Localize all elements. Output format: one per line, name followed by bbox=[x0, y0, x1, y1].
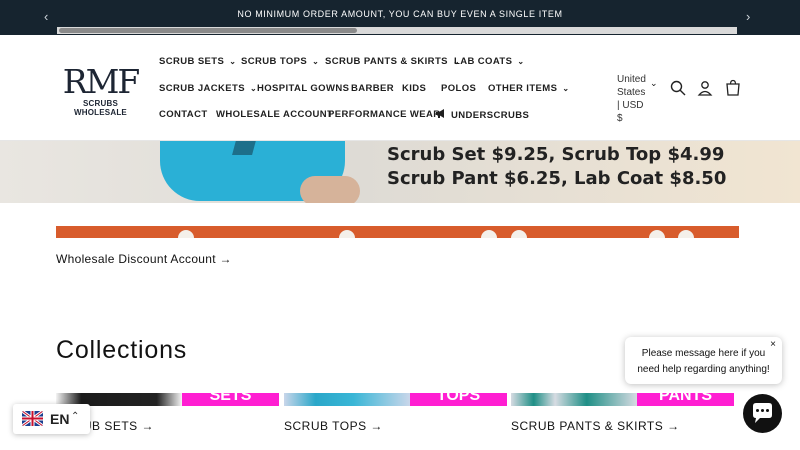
chevron-down-icon[interactable]: ⌄ bbox=[650, 78, 658, 89]
nav-performance-wear[interactable]: PERFORMANCE WEAR bbox=[328, 109, 440, 120]
collection-card-pants[interactable]: PANTS bbox=[511, 393, 734, 406]
language-code: EN bbox=[50, 411, 70, 427]
collection-link-tops[interactable]: SCRUB TOPS → bbox=[284, 419, 383, 433]
nav-contact[interactable]: CONTACT bbox=[159, 109, 208, 120]
nav-wholesale-account[interactable]: WHOLESALE ACCOUNT bbox=[216, 109, 333, 120]
collections-heading: Collections bbox=[56, 336, 188, 364]
banner-line-1: Scrub Set $9.25, Scrub Top $4.99 bbox=[387, 144, 725, 165]
chevron-down-icon: ⌄ bbox=[517, 57, 525, 66]
chat-prompt-bubble[interactable]: × Please message here if you need help r… bbox=[625, 337, 782, 384]
logo-subtitle: SCRUBS WHOLESALE bbox=[74, 99, 127, 117]
tier-badge bbox=[511, 230, 527, 238]
nav-scrub-tops[interactable]: SCRUB TOPS ⌄ bbox=[241, 56, 319, 67]
collection-card-tops[interactable]: TOPS bbox=[284, 393, 507, 406]
chevron-down-icon: ⌄ bbox=[312, 57, 320, 66]
nav-other-items[interactable]: OTHER ITEMS ⌄ bbox=[488, 83, 569, 94]
chevron-down-icon: ⌄ bbox=[249, 84, 258, 93]
locale-currency: | USD bbox=[617, 100, 644, 111]
nav-underscrubs[interactable]: UNDERSCRUBS bbox=[435, 108, 529, 121]
tier-badge bbox=[481, 230, 497, 238]
tier-badge bbox=[678, 230, 694, 238]
locale-symbol: $ bbox=[617, 113, 623, 124]
search-icon[interactable] bbox=[669, 79, 687, 97]
nav-hospital-gowns[interactable]: HOSPITAL GOWNS bbox=[257, 83, 349, 94]
tier-badge bbox=[339, 230, 355, 238]
nav-kids[interactable]: KIDS bbox=[402, 83, 426, 94]
locale-country: United bbox=[617, 74, 646, 85]
megaphone-icon bbox=[436, 109, 444, 118]
nav-label: SCRUB TOPS bbox=[241, 56, 308, 67]
collection-tag: TOPS bbox=[410, 393, 507, 406]
logo[interactable]: RMF SCRUBS WHOLESALE bbox=[58, 62, 143, 118]
account-icon[interactable] bbox=[696, 79, 714, 97]
site-header: RMF SCRUBS WHOLESALE SCRUB SETS ⌄ SCRUB T… bbox=[0, 35, 800, 141]
collection-image bbox=[511, 393, 637, 406]
country-currency-selector[interactable]: United States | USD $ bbox=[617, 73, 647, 125]
collection-link-pants[interactable]: SCRUB PANTS & SKIRTS → bbox=[511, 419, 680, 433]
promo-banner[interactable]: Scrub Set $9.25, Scrub Top $4.99 Scrub P… bbox=[0, 141, 800, 203]
banner-promo-text: Scrub Set $9.25, Scrub Top $4.99 Scrub P… bbox=[387, 143, 726, 191]
chevron-down-icon: ⌄ bbox=[562, 84, 570, 93]
chat-line-2: need help regarding anything! bbox=[637, 364, 770, 375]
cart-icon[interactable] bbox=[724, 79, 742, 97]
chevron-down-icon: ⌄ bbox=[229, 57, 237, 66]
language-selector[interactable]: EN ⌃ bbox=[13, 404, 90, 434]
banner-line-2: Scrub Pant $6.25, Lab Coat $8.50 bbox=[387, 168, 727, 189]
nav-scrub-pants[interactable]: SCRUB PANTS & SKIRTS ⌄ bbox=[325, 56, 460, 67]
nav-lab-coats[interactable]: LAB COATS ⌄ bbox=[454, 56, 524, 67]
tier-badge bbox=[649, 230, 665, 238]
wholesale-discount-link[interactable]: Wholesale Discount Account → bbox=[56, 252, 232, 266]
discount-tiers-image[interactable] bbox=[56, 226, 739, 238]
chevron-up-icon: ⌃ bbox=[71, 411, 80, 422]
nav-label: SCRUB SETS bbox=[159, 56, 225, 67]
tier-badge bbox=[178, 230, 194, 238]
collection-image bbox=[284, 393, 410, 406]
chat-button[interactable] bbox=[743, 394, 782, 433]
announcement-text: NO MINIMUM ORDER AMOUNT, YOU CAN BUY EVE… bbox=[237, 9, 563, 19]
nav-label: SCRUB PANTS & SKIRTS bbox=[325, 56, 448, 67]
nav-barber[interactable]: BARBER bbox=[351, 83, 394, 94]
uk-flag-icon bbox=[22, 411, 43, 426]
locale-country-2: States bbox=[617, 87, 646, 98]
nav-label: UNDERSCRUBS bbox=[451, 110, 530, 121]
chat-line-1: Please message here if you bbox=[641, 348, 766, 359]
horizontal-scrollbar[interactable] bbox=[57, 27, 737, 34]
nav-scrub-jackets[interactable]: SCRUB JACKETS ⌄ bbox=[159, 83, 257, 94]
chat-icon bbox=[753, 403, 772, 423]
banner-hand bbox=[300, 176, 360, 203]
announcement-bar: ‹ NO MINIMUM ORDER AMOUNT, YOU CAN BUY E… bbox=[0, 0, 800, 35]
nav-label: OTHER ITEMS bbox=[488, 83, 558, 94]
logo-main: RMF bbox=[62, 62, 141, 101]
collection-tag: SETS bbox=[182, 393, 279, 406]
collection-tag: PANTS bbox=[637, 393, 734, 406]
nav-polos[interactable]: POLOS bbox=[441, 83, 476, 94]
announcement-next-arrow[interactable]: › bbox=[746, 9, 750, 24]
nav-label: LAB COATS bbox=[454, 56, 513, 67]
nav-scrub-sets[interactable]: SCRUB SETS ⌄ bbox=[159, 56, 236, 67]
collection-card-sets[interactable]: SETS bbox=[56, 393, 279, 406]
nav-label: SCRUB JACKETS bbox=[159, 83, 245, 94]
scrollbar-thumb[interactable] bbox=[59, 28, 357, 33]
chat-prompt-text: Please message here if you need help reg… bbox=[625, 346, 782, 378]
